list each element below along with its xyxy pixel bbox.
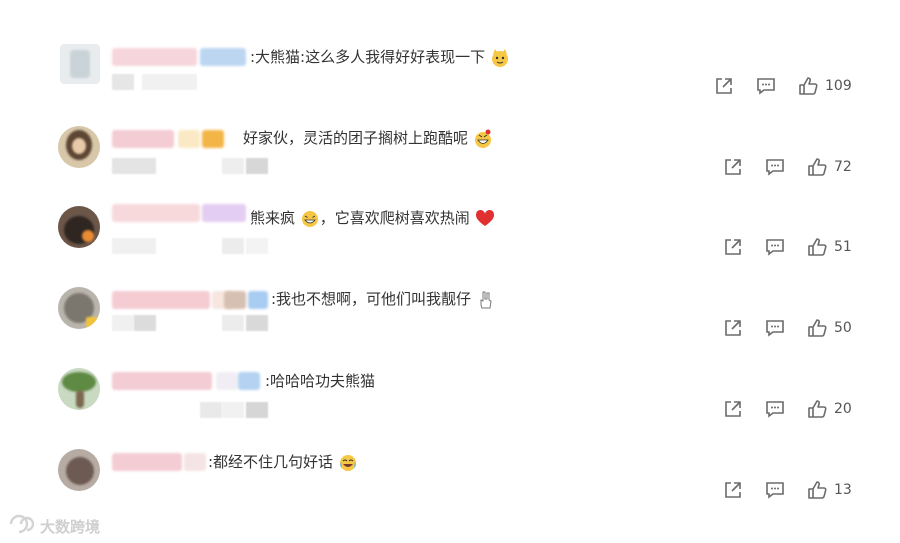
- like-icon[interactable]: [806, 479, 828, 501]
- username[interactable]: [112, 204, 247, 222]
- comment-meta: [112, 158, 292, 174]
- comment-meta: [112, 315, 292, 331]
- like-icon[interactable]: [797, 75, 819, 97]
- share-icon[interactable]: [722, 398, 744, 420]
- cat-face-icon: [490, 48, 510, 68]
- tears-face-icon: [338, 453, 358, 473]
- comment-item: :都经不住几句好话 13: [0, 441, 900, 521]
- avatar[interactable]: [58, 126, 100, 168]
- comment-item: :我也不想啊，可他们叫我靓仔 50: [0, 279, 900, 359]
- comment-item: 好家伙，灵活的团子搁树上跑酷呢 72: [0, 118, 900, 198]
- action-bar: 50: [722, 316, 852, 340]
- share-icon[interactable]: [722, 156, 744, 178]
- like-count: 72: [834, 159, 852, 175]
- like-count: 51: [834, 239, 852, 255]
- comment-icon[interactable]: [764, 156, 786, 178]
- avatar[interactable]: [58, 368, 100, 410]
- action-bar: 109: [713, 74, 852, 98]
- comment-text: 好家伙，灵活的团子搁树上跑酷呢: [243, 128, 493, 149]
- action-bar: 20: [722, 397, 852, 421]
- username[interactable]: [112, 372, 262, 390]
- action-bar: 13: [722, 478, 852, 502]
- action-bar: 72: [722, 155, 852, 179]
- peace-hand-icon: [476, 290, 496, 310]
- avatar[interactable]: [58, 206, 100, 248]
- like-icon[interactable]: [806, 398, 828, 420]
- comment-item: :哈哈哈功夫熊猫 20: [0, 360, 900, 440]
- share-icon[interactable]: [713, 75, 735, 97]
- comment-icon[interactable]: [764, 236, 786, 258]
- like-count: 13: [834, 482, 852, 498]
- like-count: 20: [834, 401, 852, 417]
- share-icon[interactable]: [722, 479, 744, 501]
- like-icon[interactable]: [806, 317, 828, 339]
- comment-meta: [112, 74, 202, 90]
- comment-item: 熊来疯 ，它喜欢爬树喜欢热闹 51: [0, 198, 900, 278]
- username[interactable]: [112, 453, 207, 471]
- avatar[interactable]: [60, 44, 100, 84]
- comment-icon[interactable]: [764, 479, 786, 501]
- action-bar: 51: [722, 235, 852, 259]
- comment-icon[interactable]: [764, 317, 786, 339]
- laugh-face-icon: [300, 209, 320, 229]
- comment-item: :大熊猫:这么多人我得好好表现一下 109: [0, 38, 900, 118]
- username[interactable]: [112, 130, 242, 148]
- heart-icon: [475, 209, 495, 229]
- watermark-logo-icon: [8, 513, 35, 539]
- username[interactable]: [112, 291, 270, 309]
- like-count: 50: [834, 320, 852, 336]
- comment-text: :都经不住几句好话: [208, 452, 358, 473]
- comment-text: 熊来疯 ，它喜欢爬树喜欢热闹: [250, 208, 495, 229]
- share-icon[interactable]: [722, 317, 744, 339]
- watermark: 大数跨境: [8, 513, 100, 539]
- like-icon[interactable]: [806, 156, 828, 178]
- comment-meta: [112, 238, 292, 254]
- avatar[interactable]: [58, 449, 100, 491]
- username[interactable]: [112, 48, 247, 66]
- comment-meta: [112, 402, 292, 418]
- avatar[interactable]: [58, 287, 100, 329]
- like-count: 109: [825, 78, 852, 94]
- share-icon[interactable]: [722, 236, 744, 258]
- comment-icon[interactable]: [755, 75, 777, 97]
- comment-text: :哈哈哈功夫熊猫: [265, 372, 376, 390]
- grin-face-icon: [473, 129, 493, 149]
- comment-icon[interactable]: [764, 398, 786, 420]
- comment-text: :我也不想啊，可他们叫我靓仔: [271, 289, 496, 310]
- like-icon[interactable]: [806, 236, 828, 258]
- watermark-text: 大数跨境: [40, 517, 101, 536]
- comment-text: :大熊猫:这么多人我得好好表现一下: [250, 47, 510, 68]
